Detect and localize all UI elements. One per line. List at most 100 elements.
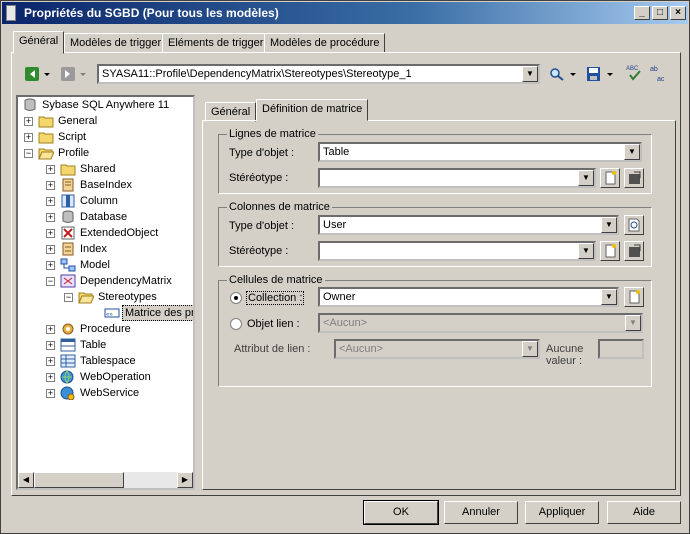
- tab-trigger-templates[interactable]: Modèles de trigger: [64, 33, 168, 53]
- properties-stereotype-button[interactable]: [624, 168, 644, 188]
- tree-item-label: Tablespace: [80, 355, 136, 367]
- collection-label[interactable]: Collection :: [246, 291, 305, 305]
- link-object-select[interactable]: <Aucun> ▼: [318, 313, 643, 333]
- tree-horizontal-scrollbar[interactable]: ◀ ▶: [18, 472, 193, 488]
- link-attribute-select[interactable]: <Aucun> ▼: [334, 339, 540, 359]
- app-icon: [6, 5, 16, 21]
- tree-item[interactable]: + Shared: [18, 161, 193, 177]
- cols-type-properties-button[interactable]: [624, 215, 644, 235]
- subtab-general[interactable]: Général: [205, 102, 257, 122]
- minimize-button[interactable]: _: [634, 6, 650, 20]
- collection-select[interactable]: Owner ▼: [318, 287, 619, 307]
- collapse-icon[interactable]: −: [24, 149, 33, 158]
- collapse-icon[interactable]: −: [64, 293, 73, 302]
- expand-icon[interactable]: +: [46, 373, 55, 382]
- expand-icon[interactable]: +: [46, 229, 55, 238]
- expand-icon[interactable]: +: [46, 213, 55, 222]
- spell-check-icon[interactable]: ABC: [625, 63, 643, 83]
- tree-item[interactable]: + ExtendedObject: [18, 225, 193, 241]
- collection-radio[interactable]: [230, 292, 242, 304]
- chevron-down-icon[interactable]: ▼: [578, 243, 594, 259]
- find-dropdown-icon[interactable]: [569, 67, 577, 81]
- expand-icon[interactable]: +: [46, 325, 55, 334]
- chevron-down-icon[interactable]: ▼: [625, 315, 641, 331]
- save-icon[interactable]: [586, 67, 602, 81]
- tree-item[interactable]: + WebService: [18, 385, 193, 401]
- collapse-icon[interactable]: −: [46, 277, 55, 286]
- tree-item[interactable]: + Script: [18, 129, 193, 145]
- profile-tree[interactable]: Sybase SQL Anywhere 11 + General + Script − P…: [16, 95, 195, 490]
- back-dropdown-icon[interactable]: [43, 67, 51, 81]
- cols-type-select[interactable]: User ▼: [318, 215, 619, 235]
- apply-button[interactable]: Appliquer: [525, 501, 599, 524]
- tree-item[interactable]: + Model: [18, 257, 193, 273]
- tree-item[interactable]: + WebOperation: [18, 369, 193, 385]
- tab-trigger-elements[interactable]: Eléments de trigger: [162, 33, 270, 53]
- cancel-button[interactable]: Annuler: [444, 501, 518, 524]
- webservice-icon: [60, 386, 75, 400]
- chevron-down-icon[interactable]: ▼: [601, 217, 617, 233]
- back-arrow-icon[interactable]: [25, 67, 41, 81]
- scroll-left-icon[interactable]: ◀: [18, 472, 34, 488]
- rows-type-select[interactable]: Table ▼: [318, 142, 642, 162]
- collection-new-button[interactable]: [624, 287, 644, 307]
- expand-icon[interactable]: +: [46, 181, 55, 190]
- expand-icon[interactable]: +: [46, 245, 55, 254]
- no-value-input[interactable]: [598, 339, 644, 359]
- cols-properties-stereotype-button[interactable]: [624, 241, 644, 261]
- expand-icon[interactable]: +: [24, 133, 33, 142]
- tree-item[interactable]: «» Matrice des prop: [18, 305, 193, 321]
- close-button[interactable]: ×: [670, 6, 686, 20]
- forward-dropdown-icon[interactable]: [79, 67, 87, 81]
- save-dropdown-icon[interactable]: [606, 67, 614, 81]
- tree-item[interactable]: + Index: [18, 241, 193, 257]
- expand-icon[interactable]: +: [46, 165, 55, 174]
- expand-icon[interactable]: +: [46, 341, 55, 350]
- tree-item[interactable]: + General: [18, 113, 193, 129]
- tree-item[interactable]: − Profile: [18, 145, 193, 161]
- window-title: Propriétés du SGBD (Pour tous les modèle…: [24, 6, 279, 20]
- chevron-down-icon[interactable]: ▼: [522, 66, 538, 82]
- tree-item-label: Procedure: [80, 323, 131, 335]
- link-object-radio[interactable]: [230, 318, 242, 330]
- folder-icon: [38, 116, 54, 128]
- forward-arrow-icon[interactable]: [61, 67, 77, 81]
- expand-icon[interactable]: +: [24, 117, 33, 126]
- chevron-down-icon[interactable]: ▼: [578, 170, 594, 186]
- expand-icon[interactable]: +: [46, 357, 55, 366]
- new-stereotype-button[interactable]: [600, 168, 620, 188]
- tab-general[interactable]: Général: [13, 31, 65, 54]
- title-bar[interactable]: Propriétés du SGBD (Pour tous les modèle…: [2, 2, 688, 24]
- tree-item[interactable]: + Tablespace: [18, 353, 193, 369]
- folder-open-icon: [38, 148, 54, 160]
- tab-procedure-templates[interactable]: Modèles de procédure: [264, 33, 386, 53]
- chevron-down-icon[interactable]: ▼: [624, 144, 640, 160]
- tree-item-label: ExtendedObject: [80, 227, 159, 239]
- tree-item[interactable]: + Procedure: [18, 321, 193, 337]
- maximize-button[interactable]: □: [652, 6, 668, 20]
- ok-button[interactable]: OK: [363, 500, 439, 525]
- tree-item[interactable]: + BaseIndex: [18, 177, 193, 193]
- tree-item[interactable]: − Stereotypes: [18, 289, 193, 305]
- sort-icon[interactable]: ab ac: [649, 63, 667, 83]
- scroll-right-icon[interactable]: ▶: [177, 472, 193, 488]
- expand-icon[interactable]: +: [46, 197, 55, 206]
- help-button[interactable]: Aide: [607, 501, 681, 524]
- cols-stereotype-select[interactable]: ▼: [318, 241, 596, 261]
- tree-item[interactable]: + Database: [18, 209, 193, 225]
- svg-text:ac: ac: [657, 76, 665, 83]
- rows-stereotype-select[interactable]: ▼: [318, 168, 596, 188]
- chevron-down-icon[interactable]: ▼: [601, 289, 617, 305]
- chevron-down-icon[interactable]: ▼: [522, 341, 538, 357]
- expand-icon[interactable]: +: [46, 261, 55, 270]
- scroll-thumb[interactable]: [34, 472, 124, 488]
- expand-icon[interactable]: +: [46, 389, 55, 398]
- folder-open-icon: [78, 292, 94, 304]
- subtab-matrix-definition[interactable]: Définition de matrice: [256, 99, 369, 121]
- find-icon[interactable]: [549, 67, 565, 81]
- object-path-combo[interactable]: SYASA11::Profile\DependencyMatrix\Stereo…: [97, 64, 540, 84]
- cols-new-stereotype-button[interactable]: [600, 241, 620, 261]
- tree-item[interactable]: − DependencyMatrix: [18, 273, 193, 289]
- tree-item[interactable]: + Table: [18, 337, 193, 353]
- tree-item[interactable]: + Column: [18, 193, 193, 209]
